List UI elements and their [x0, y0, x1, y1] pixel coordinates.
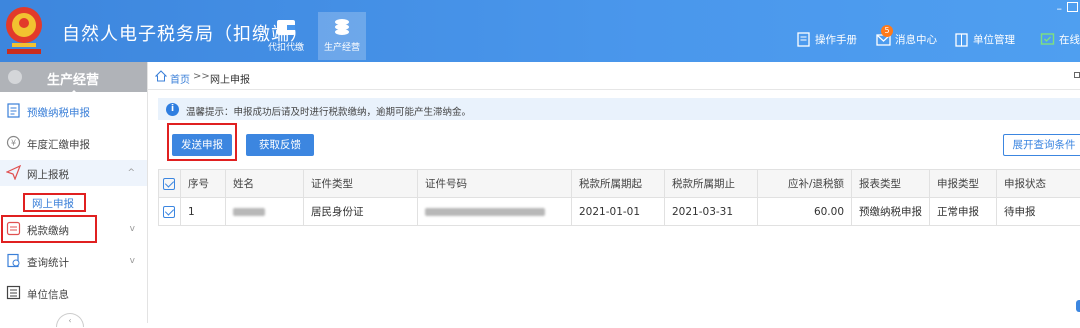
table-header-row: 序号 姓名 证件类型 证件号码 税款所属期起 税款所属期止 应补/退税额 报表类…: [159, 170, 1080, 198]
app-header: 自然人电子税务局（扣缴端） 代扣代缴 生产经营 操作手册 5 消息中心 单位管理…: [0, 0, 1080, 62]
highlight-box-send-button: [167, 123, 237, 161]
tab-withholding-label: 代扣代缴: [262, 40, 310, 53]
breadcrumb: 首页 >> 网上申报: [148, 62, 1080, 90]
unit-management-label: 单位管理: [973, 32, 1015, 47]
manual-link[interactable]: 操作手册: [796, 32, 857, 47]
form-icon: [6, 103, 21, 118]
maximize-icon[interactable]: [1074, 72, 1080, 78]
caret-up-icon: [68, 90, 80, 96]
unit-management-link[interactable]: 单位管理: [954, 32, 1015, 47]
row-select-cell[interactable]: [159, 198, 181, 226]
tab-business-label: 生产经营: [318, 40, 366, 53]
coins-icon: [331, 16, 353, 38]
declaration-table: 序号 姓名 证件类型 证件号码 税款所属期起 税款所属期止 应补/退税额 报表类…: [158, 169, 1080, 226]
manual-icon: [796, 32, 811, 47]
chat-icon: [1040, 32, 1055, 47]
gear-icon: [8, 70, 22, 84]
cell-period-start: 2021-01-01: [572, 198, 665, 226]
message-center-label: 消息中心: [895, 32, 937, 47]
cell-amount: 60.00: [758, 198, 852, 226]
online-link[interactable]: 在线: [1040, 32, 1080, 47]
notice-text: 温馨提示：申报成功后请及时进行税款缴纳，逾期可能产生滞纳金。: [186, 104, 471, 118]
breadcrumb-current: 网上申报: [210, 71, 250, 86]
main-content: 首页 >> 网上申报 i 温馨提示：申报成功后请及时进行税款缴纳，逾期可能产生滞…: [148, 62, 1080, 323]
tab-withholding[interactable]: 代扣代缴: [262, 12, 310, 60]
sidebar-item-query-label: 查询统计: [27, 255, 69, 270]
restore-button[interactable]: [1067, 2, 1078, 12]
expand-query-button[interactable]: 展开查询条件: [1003, 134, 1080, 156]
select-all-cell[interactable]: [159, 170, 181, 198]
tab-business[interactable]: 生产经营: [318, 12, 366, 60]
message-badge: 5: [881, 25, 893, 37]
col-amount: 应补/退税额: [758, 170, 852, 198]
sidebar-item-unit-info-label: 单位信息: [27, 287, 69, 302]
home-icon[interactable]: [155, 70, 167, 82]
breadcrumb-home[interactable]: 首页: [170, 71, 190, 86]
sidebar-item-online-filing-label: 网上报税: [27, 167, 69, 182]
get-feedback-button[interactable]: 获取反馈: [246, 134, 314, 156]
online-label: 在线: [1059, 32, 1080, 47]
message-center-link[interactable]: 5 消息中心: [876, 32, 937, 47]
sidebar: 生产经营 预缴纳税申报 ¥ 年度汇缴申报 网上报税 ^ 网上申报 税款缴纳 v …: [0, 62, 148, 323]
cell-id-number: [418, 198, 572, 226]
query-icon: [6, 253, 21, 268]
cell-period-end: 2021-03-31: [665, 198, 758, 226]
cell-id-type: 居民身份证: [304, 198, 418, 226]
sidebar-item-annual-label: 年度汇缴申报: [27, 137, 90, 152]
notice-banner: i 温馨提示：申报成功后请及时进行税款缴纳，逾期可能产生滞纳金。: [158, 98, 1080, 120]
highlight-box-tax-payment: [1, 215, 97, 243]
wallet-icon: [275, 16, 297, 38]
sidebar-collapse-button[interactable]: ‹: [56, 313, 84, 327]
cell-declare-type: 正常申报: [930, 198, 997, 226]
list-icon: [6, 285, 21, 300]
col-period-start: 税款所属期起: [572, 170, 665, 198]
sidebar-header: 生产经营: [0, 62, 147, 92]
send-icon: [6, 165, 21, 180]
sidebar-item-prepay[interactable]: 预缴纳税申报: [0, 98, 147, 124]
select-all-checkbox[interactable]: [163, 178, 175, 190]
chevron-down-icon: v: [130, 256, 135, 266]
chevron-up-icon: ^: [127, 168, 135, 178]
minimize-button[interactable]: –: [1057, 2, 1063, 15]
side-float-tab[interactable]: [1076, 300, 1080, 312]
col-id-type: 证件类型: [304, 170, 418, 198]
svg-text:¥: ¥: [11, 139, 16, 148]
col-report-type: 报表类型: [852, 170, 930, 198]
breadcrumb-separator: >>: [193, 71, 210, 82]
col-name: 姓名: [226, 170, 304, 198]
cell-report-type: 预缴纳税申报: [852, 198, 930, 226]
yuan-icon: ¥: [6, 135, 21, 150]
info-icon: i: [166, 103, 179, 116]
sidebar-item-prepay-label: 预缴纳税申报: [27, 105, 90, 120]
chevron-down-icon: v: [130, 224, 135, 234]
redacted-name: [233, 208, 265, 216]
mail-icon-wrap: 5: [876, 32, 891, 47]
cell-name: [226, 198, 304, 226]
redacted-id-number: [425, 208, 545, 216]
sidebar-item-annual[interactable]: ¥ 年度汇缴申报: [0, 130, 147, 156]
manual-label: 操作手册: [815, 32, 857, 47]
col-id-number: 证件号码: [418, 170, 572, 198]
cell-status: 待申报: [997, 198, 1080, 226]
sidebar-item-unit-info[interactable]: 单位信息: [0, 280, 147, 306]
sidebar-item-online-filing[interactable]: 网上报税 ^: [0, 160, 147, 186]
highlight-box-online-declare: [23, 193, 86, 212]
building-icon: [954, 32, 969, 47]
table-row[interactable]: 1 居民身份证 2021-01-01 2021-03-31 60.00 预缴纳税…: [159, 198, 1080, 226]
col-period-end: 税款所属期止: [665, 170, 758, 198]
row-checkbox[interactable]: [163, 206, 175, 218]
col-status: 申报状态: [997, 170, 1080, 198]
national-emblem-icon: [4, 5, 44, 55]
sidebar-header-label: 生产经营: [47, 69, 99, 88]
sidebar-item-query[interactable]: 查询统计 v: [0, 248, 147, 274]
cell-index: 1: [181, 198, 226, 226]
col-declare-type: 申报类型: [930, 170, 997, 198]
col-index: 序号: [181, 170, 226, 198]
